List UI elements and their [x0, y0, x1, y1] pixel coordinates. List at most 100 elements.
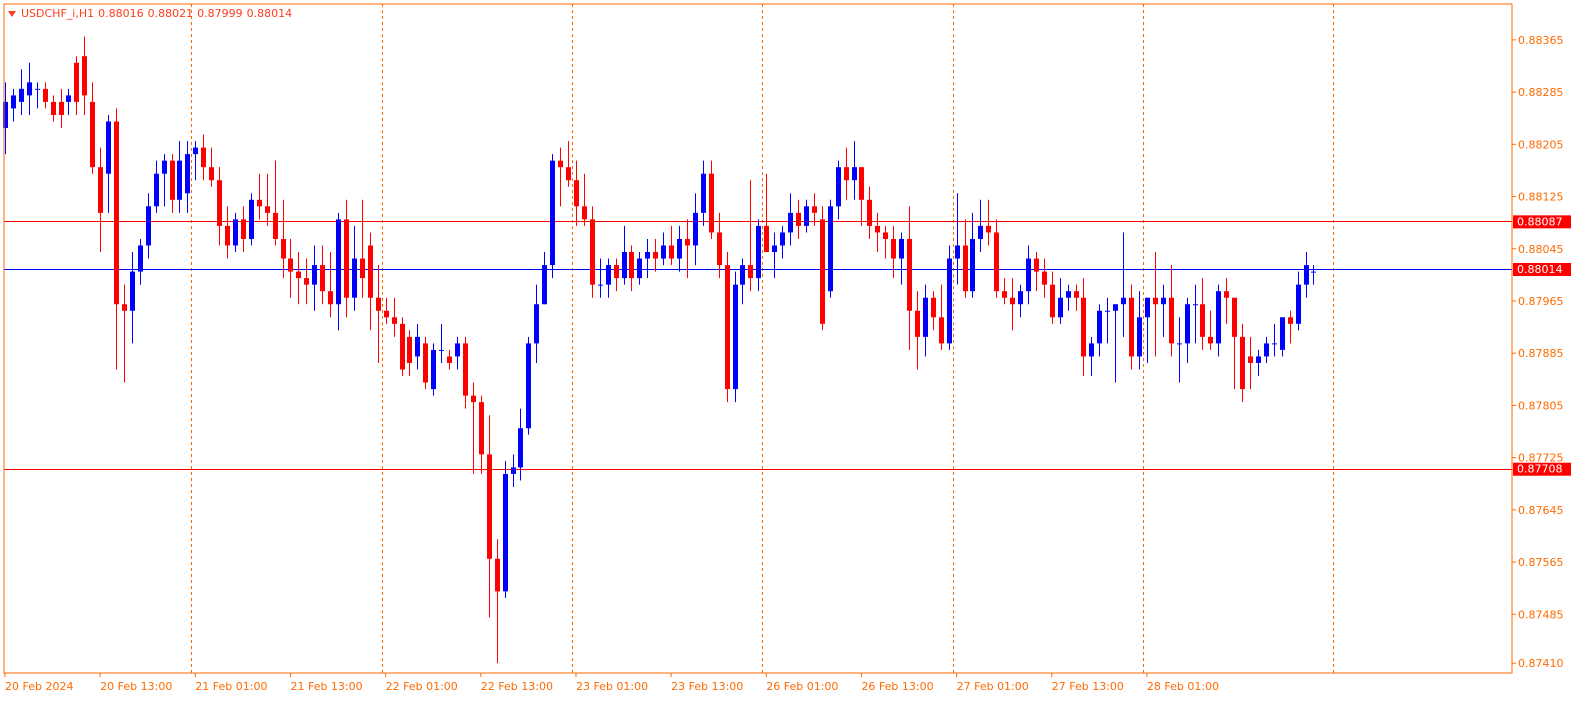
- candle: [407, 330, 412, 377]
- time-tick-label: 20 Feb 13:00: [100, 680, 172, 693]
- candle: [606, 258, 611, 298]
- candle: [257, 173, 262, 220]
- candle: [955, 193, 960, 285]
- candle-body: [582, 206, 587, 220]
- candle: [891, 225, 896, 279]
- candle-body: [875, 225, 880, 233]
- candle-body: [455, 343, 460, 357]
- candle-body: [392, 317, 397, 324]
- candle-body: [939, 317, 944, 344]
- grid-lines: [191, 4, 1334, 673]
- candle-body: [709, 173, 714, 233]
- candle-body: [1105, 310, 1110, 312]
- candle-body: [431, 349, 436, 390]
- candle: [653, 238, 658, 272]
- candle: [764, 173, 769, 253]
- candle-body: [1288, 317, 1293, 324]
- candle: [400, 317, 405, 377]
- candle-body: [1137, 317, 1142, 357]
- candle: [471, 382, 476, 474]
- candle: [82, 36, 87, 115]
- candle: [859, 167, 864, 226]
- candle-body: [677, 238, 682, 259]
- candle-body: [590, 219, 595, 285]
- candle-body: [804, 206, 809, 226]
- candle-body: [1097, 310, 1102, 344]
- candle: [265, 173, 270, 226]
- time-tick-label: 21 Feb 01:00: [195, 680, 267, 693]
- candle-body: [661, 245, 666, 259]
- candle: [820, 206, 825, 331]
- candle-body: [265, 206, 270, 213]
- candle-body: [915, 310, 920, 337]
- candle: [645, 238, 650, 279]
- candle: [384, 297, 389, 324]
- price-tick-label: 0.88045: [1518, 243, 1564, 256]
- candle: [66, 88, 71, 115]
- candle: [106, 114, 111, 213]
- candle: [994, 219, 999, 298]
- candle-body: [899, 238, 904, 259]
- candle-body: [526, 343, 531, 429]
- candle: [804, 199, 809, 233]
- time-axis[interactable]: 20 Feb 2024 20 Feb 13:00 21 Feb 01:00 21 Fe…: [4, 673, 1219, 693]
- candle: [852, 141, 857, 200]
- candle-body: [1280, 317, 1285, 350]
- candle: [217, 167, 222, 246]
- candle: [978, 199, 983, 253]
- candle: [209, 147, 214, 187]
- time-tick-label: 27 Feb 13:00: [1052, 680, 1124, 693]
- price-tag-label: 0.87708: [1517, 463, 1563, 476]
- candle: [1193, 284, 1198, 344]
- candle-body: [518, 428, 523, 468]
- dropdown-arrow-icon[interactable]: [8, 10, 16, 17]
- candle: [495, 539, 500, 664]
- candle-body: [756, 225, 761, 279]
- price-axis[interactable]: 0.88365 0.88285 0.88205 0.88125 0.88045 0.879…: [1512, 34, 1564, 670]
- candle-body: [1121, 297, 1126, 305]
- chart-canvas[interactable]: 0.88365 0.88285 0.88205 0.88125 0.88045 0.879…: [0, 0, 1586, 708]
- candle: [1089, 336, 1094, 377]
- candle: [1081, 278, 1086, 377]
- candle: [431, 343, 436, 396]
- price-tick-label: 0.87805: [1518, 399, 1564, 412]
- candle-body: [66, 95, 71, 102]
- candle: [1240, 323, 1245, 403]
- candle: [177, 141, 182, 213]
- candle: [867, 186, 872, 239]
- candle-body: [1304, 265, 1309, 285]
- candle-body: [931, 297, 936, 318]
- candle: [233, 212, 238, 253]
- candle: [1058, 278, 1063, 324]
- candle: [122, 284, 127, 383]
- candle: [796, 199, 801, 239]
- candle-body: [177, 160, 182, 200]
- candle-body: [106, 121, 111, 174]
- candle: [423, 336, 428, 390]
- candle: [1288, 310, 1293, 344]
- candle-body: [1264, 343, 1269, 357]
- candle-body: [35, 88, 40, 90]
- candle: [1208, 310, 1213, 350]
- candle: [138, 238, 143, 285]
- candle-body: [415, 336, 420, 357]
- candle: [352, 225, 357, 311]
- candle: [526, 336, 531, 435]
- candle: [844, 147, 849, 200]
- candle-body: [614, 265, 619, 279]
- candle: [907, 206, 912, 350]
- candle-body: [233, 219, 238, 246]
- candle: [154, 160, 159, 213]
- candle: [1121, 232, 1126, 337]
- candle: [1200, 278, 1205, 350]
- chart-window[interactable]: 0.88365 0.88285 0.88205 0.88125 0.88045 0.879…: [0, 0, 1586, 708]
- candle-body: [74, 62, 79, 102]
- candle: [1304, 252, 1309, 298]
- price-tick-label: 0.88125: [1518, 191, 1564, 204]
- candle-body: [447, 356, 452, 363]
- candle-body: [637, 258, 642, 279]
- candle: [709, 160, 714, 239]
- candle: [1232, 297, 1237, 390]
- candle-body: [717, 232, 722, 266]
- candle-body: [574, 180, 579, 207]
